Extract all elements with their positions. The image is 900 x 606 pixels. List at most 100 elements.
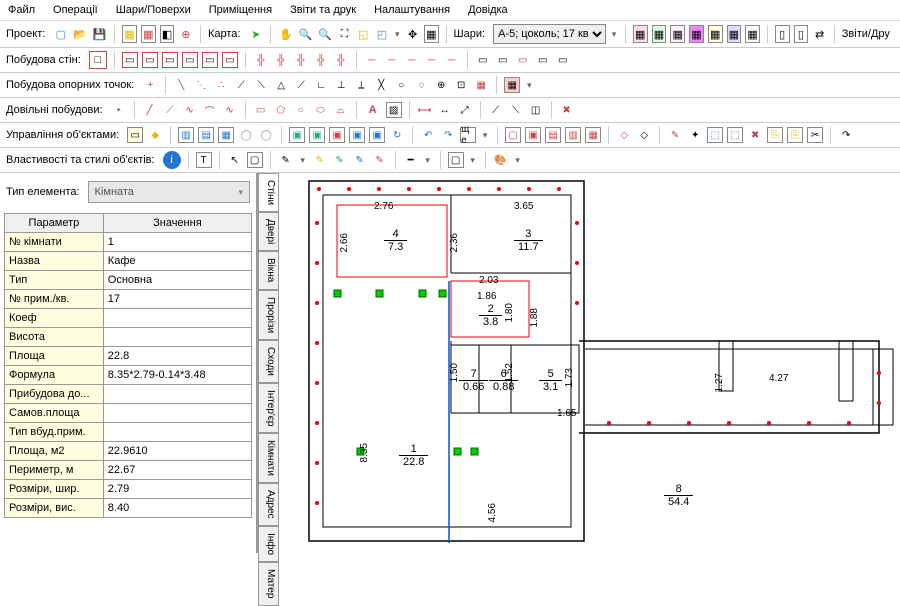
table-row[interactable]: № прим./кв.17 [5, 290, 252, 309]
om-g1-icon[interactable]: ▥ [178, 127, 194, 143]
fr-del-icon[interactable]: ✖ [559, 102, 575, 118]
open-icon[interactable]: 📂 [72, 25, 88, 43]
menu-help[interactable]: Довідка [468, 4, 508, 16]
vtab-8[interactable]: Інфо [258, 526, 279, 562]
prop-value[interactable] [103, 404, 251, 423]
wall-t3-icon[interactable]: ▭ [162, 52, 178, 68]
tool-b-icon[interactable]: ▦ [141, 25, 156, 43]
om-wand-icon[interactable]: ✦ [687, 127, 703, 143]
menu-ops[interactable]: Операції [53, 4, 98, 16]
pt-15-icon[interactable]: ⊡ [453, 77, 469, 93]
pt-drop[interactable]: ▾ [524, 80, 534, 91]
prop-value[interactable]: Кафе [103, 252, 251, 271]
vtab-6[interactable]: Кімнати [258, 433, 279, 483]
st-text-icon[interactable]: T [196, 152, 212, 168]
om-erase-icon[interactable]: ◆ [147, 127, 163, 143]
om-g3-icon[interactable]: ▦ [218, 127, 234, 143]
label-reports[interactable]: Звіти/Дру [842, 28, 890, 40]
pt-13-icon[interactable]: ◌ [413, 77, 429, 93]
element-type-select[interactable]: Кімната▾ [88, 181, 250, 203]
wall-seg1-icon[interactable]: ─ [364, 52, 380, 68]
pt-cross-icon[interactable]: + [142, 77, 158, 93]
wall-m2-icon[interactable]: ▭ [495, 52, 511, 68]
pt-6-icon[interactable]: △ [273, 77, 289, 93]
zoom-out-icon[interactable]: 🔍 [317, 25, 333, 43]
info-icon[interactable]: i [163, 151, 181, 169]
om-redo-icon[interactable]: ↷ [440, 127, 456, 143]
pt-grid-icon[interactable]: ▦ [504, 77, 520, 93]
prop-value[interactable]: 22.67 [103, 461, 251, 480]
floor-plan-canvas[interactable]: 47.3311.723.870.6660.8853.1122.8854.42.7… [279, 173, 900, 553]
st-box-icon[interactable]: ▢ [247, 152, 263, 168]
ly-7-icon[interactable]: ▦ [745, 25, 760, 43]
om-1-icon[interactable]: ▭ [127, 127, 143, 143]
fr-b-icon[interactable]: ⟍ [508, 102, 524, 118]
ly-3-icon[interactable]: ▦ [670, 25, 685, 43]
om-s1-icon[interactable]: ▣ [289, 127, 305, 143]
wall-t1-icon[interactable]: ▭ [122, 52, 138, 68]
zoom-in-icon[interactable]: 🔍 [298, 25, 314, 43]
pointer-icon[interactable]: ➤ [248, 25, 263, 43]
wall-seg3-icon[interactable]: ─ [404, 52, 420, 68]
table-row[interactable]: НазваКафе [5, 252, 252, 271]
om-paste-icon[interactable]: ⎘ [787, 127, 803, 143]
om-undo-icon[interactable]: ↶ [420, 127, 436, 143]
pt-16-icon[interactable]: ▦ [473, 77, 489, 93]
prop-value[interactable]: 8.40 [103, 499, 251, 518]
tool-a-icon[interactable]: ▦ [122, 25, 137, 43]
wall-join3-icon[interactable]: ╬ [293, 52, 309, 68]
st-hl1-icon[interactable]: ✎ [312, 152, 328, 168]
transfer-icon[interactable]: ⇄ [812, 25, 827, 43]
om-l3-icon[interactable]: ▤ [545, 127, 561, 143]
layer-select[interactable]: А-5; цоколь; 17 кв [493, 24, 606, 44]
pt-3-icon[interactable]: ∴ [213, 77, 229, 93]
fr-arc-icon[interactable]: ⌒ [202, 102, 218, 118]
fr-dim-icon[interactable]: ⟷ [417, 102, 433, 118]
ly-5-icon[interactable]: ▦ [708, 25, 723, 43]
st-line-icon[interactable]: ━ [403, 152, 419, 168]
fr-text-icon[interactable]: A [364, 101, 382, 119]
wall-seg2-icon[interactable]: ─ [384, 52, 400, 68]
layer-drop[interactable]: ▾ [610, 29, 618, 40]
om-p1-icon[interactable]: ◇ [616, 127, 632, 143]
target-icon[interactable]: ⊕ [178, 25, 193, 43]
fr-dim2-icon[interactable]: ↔ [437, 102, 453, 118]
zoom-fit-icon[interactable]: ⛶ [337, 25, 352, 43]
vtab-7[interactable]: Адрес [258, 483, 279, 526]
pt-11-icon[interactable]: ╳ [373, 77, 389, 93]
om-s5-icon[interactable]: ▣ [369, 127, 385, 143]
table-row[interactable]: ТипОсновна [5, 271, 252, 290]
prop-value[interactable] [103, 328, 251, 347]
om-s3-icon[interactable]: ▣ [329, 127, 345, 143]
prop-value[interactable]: 22.8 [103, 347, 251, 366]
menu-rooms[interactable]: Приміщення [209, 4, 272, 16]
ly-1-icon[interactable]: ▦ [633, 25, 648, 43]
st-drop3[interactable]: ▾ [468, 155, 478, 166]
om-circ2-icon[interactable]: ◯ [258, 127, 274, 143]
table-row[interactable]: Самов.площа [5, 404, 252, 423]
vtab-2[interactable]: Вікна [258, 251, 279, 289]
table-row[interactable]: Розміри, шир.2.79 [5, 480, 252, 499]
om-l4-icon[interactable]: ▥ [565, 127, 581, 143]
wall-m3-icon[interactable]: ▭ [515, 52, 531, 68]
wall-join1-icon[interactable]: ╬ [253, 52, 269, 68]
zoom-drop[interactable]: ▾ [393, 29, 401, 40]
pt-9-icon[interactable]: ⊥ [333, 77, 349, 93]
prop-value[interactable]: 17 [103, 290, 251, 309]
pt-4-icon[interactable]: ⟋ [233, 77, 249, 93]
om-brush-icon[interactable]: ✎ [667, 127, 683, 143]
ly-6-icon[interactable]: ▦ [727, 25, 742, 43]
fr-spl-icon[interactable]: ∿ [222, 102, 238, 118]
prop-value[interactable] [103, 423, 251, 442]
menu-file[interactable]: Файл [8, 4, 35, 16]
fr-dim3-icon[interactable]: ⤢ [457, 102, 473, 118]
pt-5-icon[interactable]: ⟍ [253, 77, 269, 93]
table-row[interactable]: Висота [5, 328, 252, 347]
wall-t6-icon[interactable]: ▭ [222, 52, 238, 68]
grid-icon[interactable]: ▦ [424, 25, 439, 43]
prop-value[interactable]: 1 [103, 233, 251, 252]
fr-curve-icon[interactable]: ∿ [182, 102, 198, 118]
tool-c-icon[interactable]: ◧ [160, 25, 175, 43]
wall-t2-icon[interactable]: ▭ [142, 52, 158, 68]
pt-1-icon[interactable]: ╲ [173, 77, 189, 93]
